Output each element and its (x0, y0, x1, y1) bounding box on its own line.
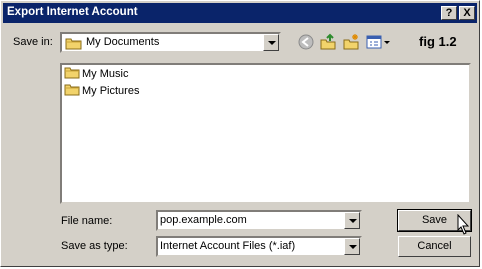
save-as-type-value: Internet Account Files (*.iaf) (160, 240, 296, 252)
export-dialog: Export Internet Account ? X Save in: My … (0, 0, 480, 267)
figure-label: fig 1.2 (419, 34, 457, 49)
save-as-type-dropdown-button[interactable] (344, 238, 360, 255)
save-in-dropdown-button[interactable] (263, 34, 279, 51)
save-in-combo[interactable]: My Documents (60, 32, 281, 53)
window-title: Export Internet Account (7, 6, 138, 18)
help-button[interactable]: ? (441, 6, 457, 20)
list-item[interactable]: My Pictures (64, 84, 139, 98)
mouse-cursor-icon (457, 213, 471, 236)
list-item-label: My Pictures (82, 85, 140, 97)
file-name-field[interactable]: pop.example.com (156, 210, 362, 231)
save-as-type-select[interactable]: Internet Account Files (*.iaf) (156, 236, 362, 257)
list-item[interactable]: My Music (64, 67, 128, 81)
folder-icon (65, 36, 83, 53)
file-name-value: pop.example.com (160, 214, 247, 226)
close-button[interactable]: X (459, 6, 475, 20)
file-name-dropdown-button[interactable] (344, 212, 360, 229)
folder-icon (64, 83, 80, 99)
folder-icon (64, 66, 80, 82)
title-bar[interactable]: Export Internet Account ? X (3, 3, 477, 23)
save-as-type-label: Save as type: (61, 240, 128, 252)
save-in-value: My Documents (86, 36, 160, 48)
cancel-button[interactable]: Cancel (398, 236, 471, 257)
up-folder-icon[interactable] (319, 33, 337, 51)
file-name-label: File name: (61, 215, 113, 227)
back-arrow-icon[interactable] (297, 33, 315, 51)
new-folder-icon[interactable] (342, 33, 360, 51)
views-menu-icon[interactable] (365, 33, 391, 51)
file-list[interactable]: My Music My Pictures (60, 63, 471, 204)
save-in-label: Save in: (13, 36, 53, 48)
list-item-label: My Music (82, 68, 129, 80)
